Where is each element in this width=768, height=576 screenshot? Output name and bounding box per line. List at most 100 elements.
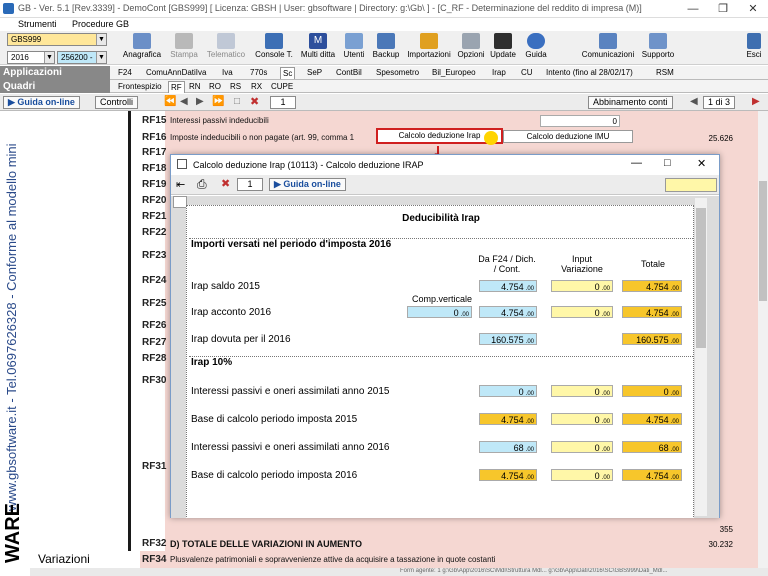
rf32-value[interactable]: 30.232 [640,538,736,550]
irap-saldo-f24[interactable]: 4.754.00 [479,280,537,292]
dialog-app-icon [177,159,187,169]
irap-acconto-totale: 4.754.00 [622,306,682,318]
utenti-button[interactable]: Utenti [340,32,368,62]
multi-ditta-button[interactable]: M Multi ditta [298,32,338,62]
pager-next-icon[interactable]: ▶ [752,96,760,107]
last-page-icon[interactable]: ⏩ [212,96,224,107]
irap-saldo-input[interactable]: 0.00 [551,280,613,292]
next-page-icon[interactable]: ▶ [196,96,204,107]
esci-button[interactable]: Esci [742,32,766,62]
applicazioni-label[interactable]: Applicazioni [0,66,110,80]
dialog-page-field[interactable]: 1 [237,178,263,191]
main-scroll-thumb[interactable] [759,181,767,301]
int16-input[interactable]: 0.00 [551,441,613,453]
int15-f24[interactable]: 0.00 [479,385,537,397]
deducibilita-sheet: Deducibilità Irap Importi versati nel pe… [186,205,694,518]
quadri-label[interactable]: Quadri [0,80,110,93]
tab-bil-europeo[interactable]: Bil_Europeo [430,67,478,79]
sheet-heading: Deducibilità Irap [402,213,480,224]
irap-acconto-comp[interactable]: 0.00 [407,306,472,318]
prev-page-icon[interactable]: ◀ [180,96,188,107]
abbinamento-conti-button[interactable]: Abbinamento conti [588,96,673,109]
irap-dovuta-f24[interactable]: 160.575.00 [479,333,537,345]
dialog-maximize-icon[interactable]: □ [664,157,671,169]
print-icon[interactable]: ⎙ [197,177,207,192]
close-icon[interactable]: ✕ [738,0,768,18]
dialog-minimize-icon[interactable]: — [631,157,642,169]
dialog-guida-button[interactable]: ▶ Guida on-line [269,178,346,191]
tab-contbil[interactable]: ContBil [334,67,364,79]
base16-f24: 4.754.00 [479,469,537,481]
dialog-toolbar: ⇤ ⎙ ✖ 1 ▶ Guida on-line [171,175,719,195]
year-select[interactable]: 2016 ▼ [7,51,55,64]
rf15-value[interactable]: 0 [540,115,620,127]
tab-intento[interactable]: Intento (fino al 28/02/17) [544,67,635,79]
tab-comuanndatiiva[interactable]: ComuAnnDatiIva [144,67,208,79]
first-page-icon[interactable]: ⏪ [164,96,176,107]
tab-rs[interactable]: RS [228,81,243,93]
stampa-button[interactable]: Stampa [166,32,202,62]
controlli-button[interactable]: Controlli [95,96,139,109]
minimize-icon[interactable]: — [678,0,708,18]
telematico-button[interactable]: Telematico [204,32,248,62]
tab-frontespizio[interactable]: Frontespizio [116,81,164,93]
tab-ro[interactable]: RO [207,81,223,93]
int15-input[interactable]: 0.00 [551,385,613,397]
guida-button[interactable]: Guida [522,32,550,62]
dialog-close-icon[interactable]: ✕ [697,157,706,170]
tab-rx[interactable]: RX [249,81,264,93]
tab-sc[interactable]: Sc [280,67,296,79]
rf16-value[interactable]: 25.626 [640,132,736,144]
restore-icon[interactable]: ❐ [708,0,738,18]
base16-input[interactable]: 0.00 [551,469,613,481]
guida-online-button[interactable]: ▶ Guida on-line [3,96,80,109]
code-select[interactable]: 256200 - ▼ [57,51,107,64]
irap-acconto-input[interactable]: 0.00 [551,306,613,318]
calcolo-imu-popup-button[interactable]: Calcolo deduzione IMU [503,130,633,143]
tab-iva[interactable]: Iva [220,67,235,79]
supporto-button[interactable]: Supporto [638,32,678,62]
rf31-value[interactable]: 355 [640,523,736,535]
tab-irap[interactable]: Irap [490,67,508,79]
importazioni-button[interactable]: Importazioni [404,32,454,62]
update-button[interactable]: Update [488,32,518,62]
dialog-info-field[interactable] [665,178,717,192]
row-rf34-text: Plusvalenze patrimoniali e sopravvenienz… [170,555,496,564]
pager-prev-icon[interactable]: ◀ [690,96,698,107]
row-rf21-code: RF21 [142,211,167,222]
anagrafica-button[interactable]: Anagrafica [120,32,164,62]
row-rf26-code: RF26 [142,320,167,331]
tab-rsm[interactable]: RSM [654,67,676,79]
tab-f24[interactable]: F24 [116,67,134,79]
tab-cupe[interactable]: CUPE [269,81,295,93]
row-selector[interactable] [173,196,187,208]
row-rf20-code: RF20 [142,195,167,206]
opzioni-button[interactable]: Opzioni [456,32,486,62]
tab-770s[interactable]: 770s [248,67,269,79]
backup-button[interactable]: Backup [370,32,402,62]
base15-input[interactable]: 0.00 [551,413,613,425]
menu-procedure-gb[interactable]: Procedure GB [72,19,129,29]
tab-sep[interactable]: SeP [305,67,324,79]
delete-icon[interactable]: ✖ [221,177,230,190]
menu-strumenti[interactable]: Strumenti [18,19,57,29]
tab-rf[interactable]: RF [168,81,185,93]
console-button[interactable]: Console T. [252,32,296,62]
page-number-field[interactable]: 1 [270,96,296,109]
delete-page-icon[interactable]: ✖ [250,95,259,108]
pager-label: 1 di 3 [703,96,736,109]
company-select[interactable]: GBS999 ▼ [7,33,107,46]
tab-spesometro[interactable]: Spesometro [374,67,421,79]
comunicazioni-button[interactable]: Comunicazioni [580,32,636,62]
irap-acconto-f24[interactable]: 4.754.00 [479,306,537,318]
dialog-scrollbar[interactable] [695,198,707,516]
exit-icon[interactable]: ⇤ [176,178,185,191]
scroll-thumb[interactable] [696,208,706,348]
main-scrollbar[interactable] [758,111,768,568]
irap-saldo-label: Irap saldo 2015 [191,281,260,292]
dialog-titlebar: Calcolo deduzione Irap (10113) - Calcolo… [171,155,719,175]
tab-cu[interactable]: CU [519,67,535,79]
tab-rn[interactable]: RN [187,81,203,93]
new-page-icon[interactable]: □ [234,96,240,107]
int16-f24[interactable]: 68.00 [479,441,537,453]
